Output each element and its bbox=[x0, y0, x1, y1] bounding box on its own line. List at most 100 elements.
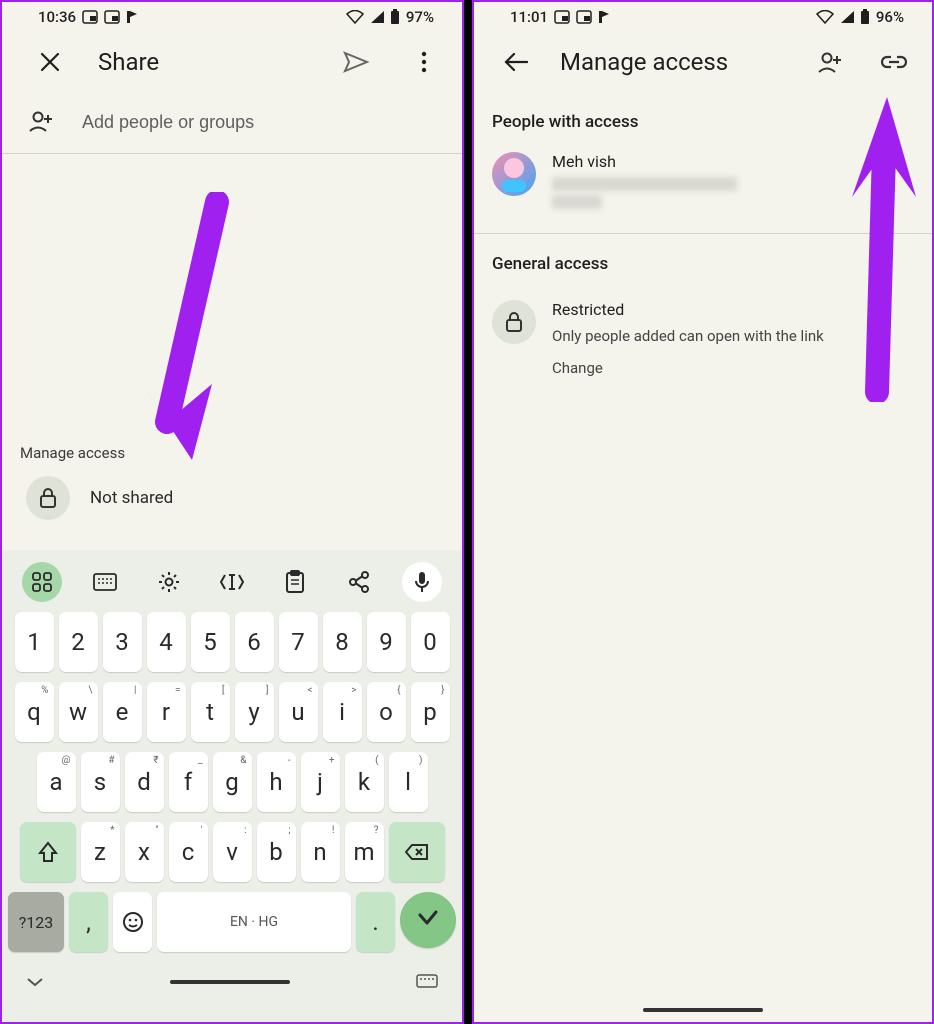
key-comma[interactable]: , bbox=[69, 892, 108, 952]
key-a[interactable]: a@ bbox=[37, 752, 76, 812]
status-icon-pip2 bbox=[576, 10, 592, 24]
add-person-icon bbox=[28, 110, 54, 136]
key-u[interactable]: u< bbox=[279, 682, 318, 742]
kb-keyboard-icon[interactable] bbox=[85, 562, 125, 602]
key-d[interactable]: d₹ bbox=[125, 752, 164, 812]
key-1[interactable]: 1 bbox=[15, 612, 54, 672]
key-w[interactable]: w\ bbox=[59, 682, 98, 742]
key-v[interactable]: v: bbox=[213, 822, 252, 882]
key-shift[interactable] bbox=[20, 822, 76, 882]
kb-settings-icon[interactable] bbox=[149, 562, 189, 602]
status-bar: 10:36 97% bbox=[2, 2, 462, 32]
status-time: 11:01 bbox=[510, 8, 548, 26]
kb-apps-icon[interactable] bbox=[22, 562, 62, 602]
key-f[interactable]: f_ bbox=[169, 752, 208, 812]
key-0[interactable]: 0 bbox=[411, 612, 450, 672]
key-m[interactable]: m? bbox=[345, 822, 384, 882]
key-7[interactable]: 7 bbox=[279, 612, 318, 672]
more-icon[interactable] bbox=[404, 42, 444, 82]
kb-textselect-icon[interactable] bbox=[212, 562, 252, 602]
add-people-input[interactable] bbox=[82, 112, 444, 133]
manage-access-screen: 11:01 96% Manage access People with acce… bbox=[472, 0, 934, 1024]
key-9[interactable]: 9 bbox=[367, 612, 406, 672]
key-enter[interactable] bbox=[400, 892, 456, 948]
lock-icon bbox=[26, 476, 70, 520]
back-icon[interactable] bbox=[496, 42, 536, 82]
battery-icon bbox=[390, 9, 400, 25]
key-j[interactable]: j+ bbox=[301, 752, 340, 812]
key-emoji[interactable] bbox=[113, 892, 152, 952]
status-time: 10:36 bbox=[38, 8, 76, 26]
signal-icon bbox=[370, 11, 384, 23]
header-title: Manage access bbox=[560, 48, 786, 76]
redacted-text bbox=[552, 177, 737, 191]
kb-mic-icon[interactable] bbox=[402, 562, 442, 602]
key-n[interactable]: n! bbox=[301, 822, 340, 882]
battery-percent: 97% bbox=[406, 8, 434, 26]
share-screen: 10:36 97% Share Manage access bbox=[0, 0, 464, 1024]
link-icon[interactable] bbox=[874, 42, 914, 82]
key-x[interactable]: x" bbox=[125, 822, 164, 882]
person-name: Meh vish bbox=[552, 152, 737, 171]
kb-mini-keyboard-icon[interactable] bbox=[416, 973, 438, 992]
add-person-icon[interactable] bbox=[810, 42, 850, 82]
manage-header: Manage access bbox=[474, 32, 932, 92]
nav-pill[interactable] bbox=[170, 980, 290, 984]
status-icon-pip1 bbox=[82, 10, 98, 24]
status-icon-pip1 bbox=[554, 10, 570, 24]
status-icon-flag bbox=[126, 10, 138, 24]
access-level: Restricted bbox=[552, 300, 824, 319]
avatar bbox=[492, 152, 536, 196]
key-b[interactable]: b; bbox=[257, 822, 296, 882]
change-button[interactable]: Change bbox=[552, 359, 824, 377]
header-title: Share bbox=[98, 48, 308, 76]
key-3[interactable]: 3 bbox=[103, 612, 142, 672]
key-o[interactable]: o{ bbox=[367, 682, 406, 742]
kb-collapse-icon[interactable] bbox=[26, 973, 44, 992]
key-8[interactable]: 8 bbox=[323, 612, 362, 672]
wifi-icon bbox=[816, 10, 834, 24]
key-i[interactable]: i> bbox=[323, 682, 362, 742]
key-e[interactable]: e| bbox=[103, 682, 142, 742]
general-access-row: Restricted Only people added can open wi… bbox=[474, 284, 932, 393]
key-z[interactable]: z* bbox=[81, 822, 120, 882]
add-people-row bbox=[2, 92, 462, 154]
key-h[interactable]: h- bbox=[257, 752, 296, 812]
key-5[interactable]: 5 bbox=[191, 612, 230, 672]
key-r[interactable]: r= bbox=[147, 682, 186, 742]
battery-icon bbox=[860, 9, 870, 25]
person-row[interactable]: Meh vish bbox=[474, 142, 932, 234]
lock-icon bbox=[492, 300, 536, 344]
key-k[interactable]: k( bbox=[345, 752, 384, 812]
key-period[interactable]: . bbox=[356, 892, 395, 952]
key-g[interactable]: g& bbox=[213, 752, 252, 812]
key-c[interactable]: c' bbox=[169, 822, 208, 882]
kb-share-icon[interactable] bbox=[339, 562, 379, 602]
key-p[interactable]: p} bbox=[411, 682, 450, 742]
redacted-text bbox=[552, 195, 602, 209]
keyboard: 1234567890 q%w\e|r=t[y]u<i>o{p} a@s#d₹f_… bbox=[2, 550, 462, 1022]
status-icon-flag bbox=[598, 10, 610, 24]
key-q[interactable]: q% bbox=[15, 682, 54, 742]
key-l[interactable]: l) bbox=[389, 752, 428, 812]
people-heading: People with access bbox=[474, 92, 932, 142]
share-status-row[interactable]: Not shared bbox=[2, 462, 462, 538]
key-space[interactable]: EN · HG bbox=[157, 892, 351, 952]
key-t[interactable]: t[ bbox=[191, 682, 230, 742]
key-backspace[interactable] bbox=[389, 822, 445, 882]
key-symbols[interactable]: ?123 bbox=[8, 892, 64, 952]
general-heading: General access bbox=[474, 234, 932, 284]
status-icon-pip2 bbox=[104, 10, 120, 24]
key-4[interactable]: 4 bbox=[147, 612, 186, 672]
signal-icon bbox=[840, 11, 854, 23]
key-2[interactable]: 2 bbox=[59, 612, 98, 672]
kb-clipboard-icon[interactable] bbox=[275, 562, 315, 602]
annotation-arrow bbox=[122, 192, 242, 472]
key-s[interactable]: s# bbox=[81, 752, 120, 812]
key-6[interactable]: 6 bbox=[235, 612, 274, 672]
send-icon[interactable] bbox=[336, 42, 376, 82]
share-header: Share bbox=[2, 32, 462, 92]
close-icon[interactable] bbox=[30, 42, 70, 82]
key-y[interactable]: y] bbox=[235, 682, 274, 742]
nav-pill[interactable] bbox=[643, 1008, 763, 1012]
